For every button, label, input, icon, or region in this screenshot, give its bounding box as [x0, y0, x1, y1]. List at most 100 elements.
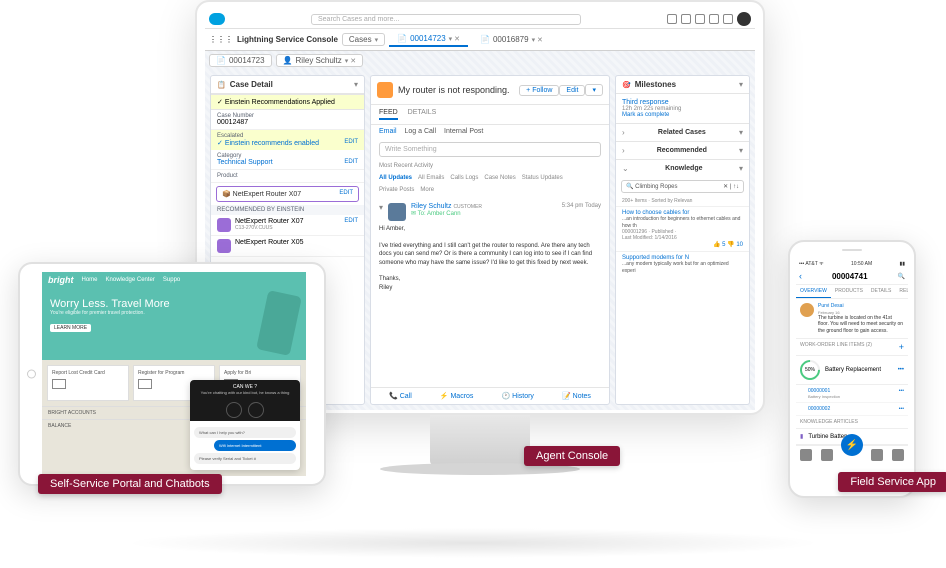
action-card-1[interactable]: Report Lost Credit Card [47, 365, 129, 401]
phone-device: ••• AT&T ᯤ10:50 AM▮▮ ‹00004741🔍 OVERVIEW… [788, 240, 916, 498]
filter-status[interactable]: Status Updates [522, 175, 563, 181]
rec-item-2[interactable]: NetExpert Router X05 [211, 236, 364, 257]
favorites-icon[interactable] [667, 14, 677, 24]
edit-button[interactable]: Edit [559, 85, 585, 96]
workspace-tab-1[interactable]: 📄 00014723 ▾ ✕ [389, 32, 468, 47]
sub-item-1[interactable]: 00000001Battery Inspection••• [796, 385, 908, 403]
post-avatar [388, 203, 406, 221]
chat-option-icon[interactable] [226, 402, 242, 418]
nav-support[interactable]: Suppo [163, 277, 180, 283]
workspace-tab-2[interactable]: 📄 00016879 ▾ ✕ [472, 33, 551, 46]
filter-notes[interactable]: Case Notes [484, 175, 515, 181]
setup-icon[interactable] [709, 14, 719, 24]
feed-tabs: FEED DETAILS [371, 105, 609, 125]
tab-overview[interactable]: OVERVIEW [796, 285, 831, 298]
compose-tab-log[interactable]: Log a Call [405, 128, 437, 135]
product-icon [217, 218, 231, 232]
compose-tab-internal[interactable]: Internal Post [444, 128, 483, 135]
subtab-bar: 📄 00014723 👤 Riley Schultz ▾ ✕ [205, 51, 755, 70]
milestone-icon: 🎯 [622, 81, 631, 89]
sub-item-2[interactable]: 00000002••• [796, 403, 908, 416]
util-call[interactable]: 📞 Call [389, 392, 412, 400]
knowledge-item-1[interactable]: How to choose cables for ...an introduct… [616, 206, 749, 251]
user-avatar[interactable] [737, 12, 751, 26]
nav-home[interactable]: Home [82, 277, 98, 283]
app-nav: ⋮⋮⋮ Lightning Service Console Cases▾ 📄 0… [205, 29, 755, 51]
expand-icon[interactable]: ▾ [379, 203, 383, 212]
collapse-icon[interactable]: ▾ [354, 80, 358, 89]
subtab-case[interactable]: 📄 00014723 [209, 54, 272, 67]
nav-icon[interactable] [892, 449, 904, 461]
workorder-header: WORK-ORDER LINE ITEMS (2)+ [796, 339, 908, 356]
knowledge-section[interactable]: ⌄Knowledge▾ [616, 159, 749, 177]
sort-label[interactable]: Most Recent Activity [371, 161, 609, 171]
search-icon[interactable]: 🔍 [898, 273, 905, 280]
action-fab[interactable]: ⚡ [841, 434, 863, 456]
recommended-section[interactable]: ›Recommended▾ [616, 141, 749, 159]
collapse-icon[interactable]: ▾ [739, 80, 743, 89]
tab-products[interactable]: PRODUCTS [831, 285, 867, 298]
chat-option-icon[interactable] [248, 402, 264, 418]
chatbot-widget: CAN WE ?You're chatting with our kind bo… [190, 380, 300, 470]
tab-details[interactable]: DETAILS [867, 285, 895, 298]
filter-more[interactable]: More [420, 187, 434, 193]
help-icon[interactable] [695, 14, 705, 24]
card-icon [52, 379, 66, 389]
filter-emails[interactable]: All Emails [418, 175, 444, 181]
tab-feed[interactable]: FEED [379, 109, 398, 120]
knowledge-item-2[interactable]: Supported modems for N ...any modem typi… [616, 251, 749, 277]
compose-tab-email[interactable]: Email [379, 128, 397, 135]
item-actions[interactable]: ••• [898, 367, 904, 373]
util-history[interactable]: 🕐 History [501, 392, 533, 400]
app-name: Lightning Service Console [237, 35, 338, 44]
line-item-name: Battery Replacement [825, 367, 881, 373]
case-subject: My router is not responding. [398, 85, 519, 95]
tab-bar: ⚡ [796, 445, 908, 464]
milestone-complete-link[interactable]: Mark as complete [622, 112, 743, 118]
milestone-name: Third response [622, 99, 743, 106]
nav-icon[interactable] [800, 449, 812, 461]
tab-related[interactable]: RELATED [895, 285, 908, 298]
category-edit[interactable]: EDIT [344, 159, 358, 166]
nav-icon[interactable] [821, 449, 833, 461]
util-macros[interactable]: ⚡ Macros [440, 392, 474, 400]
feed-post: ▾ Riley Schultz CUSTOMER ✉ To: Amber Can… [371, 197, 609, 298]
hero-cta-button[interactable]: LEARN MORE [50, 324, 91, 332]
tablet-home-button[interactable] [27, 370, 36, 379]
app-launcher-icon[interactable]: ⋮⋮⋮ [209, 35, 233, 44]
add-line-item[interactable]: + [899, 342, 904, 352]
escalated-edit[interactable]: EDIT [344, 139, 358, 147]
balance-label: BALANCE [48, 423, 71, 429]
hero-title: Worry Less. Travel More [50, 298, 298, 310]
filter-all[interactable]: All Updates [379, 175, 412, 181]
portal-logo[interactable]: bright [48, 275, 74, 285]
post-avatar-icon [800, 303, 814, 317]
nav-icon[interactable] [871, 449, 883, 461]
nav-knowledge[interactable]: Knowledge Center [106, 277, 155, 283]
object-switcher[interactable]: Cases▾ [342, 33, 385, 46]
compose-input[interactable]: Write Something [379, 142, 601, 157]
rec-item-1[interactable]: NetExpert Router X07C13-270V.CUUSEDIT [211, 215, 364, 236]
line-item-1[interactable]: 50% Battery Replacement ••• [796, 356, 908, 385]
post-author[interactable]: Riley Schultz [411, 203, 451, 210]
global-search-input[interactable]: Search Cases and more... [311, 14, 581, 25]
knowledge-search[interactable]: 🔍 Climbing Ropes✕ | ↑↓ [621, 180, 744, 193]
more-actions-button[interactable]: ▾ [585, 84, 603, 96]
product-label: Product [217, 173, 358, 179]
notifications-icon[interactable] [723, 14, 733, 24]
category-value[interactable]: Technical Support [217, 159, 273, 166]
util-notes[interactable]: 📝 Notes [562, 392, 591, 400]
filter-calls[interactable]: Calls Logs [450, 175, 478, 181]
product-selected[interactable]: 📦 NetExpert Router X07EDIT [216, 186, 359, 202]
case-number-value: 00012487 [217, 119, 358, 126]
case-feed-panel: My router is not responding. + Follow Ed… [370, 75, 610, 405]
subtab-contact[interactable]: 👤 Riley Schultz ▾ ✕ [276, 54, 364, 67]
tab-details[interactable]: DETAILS [408, 109, 437, 120]
hero-banner: Worry Less. Travel More You're eligible … [42, 288, 306, 360]
related-cases-section[interactable]: ›Related Cases▾ [616, 123, 749, 141]
filter-private[interactable]: Private Posts [379, 187, 414, 193]
bot-message: Please verify Serial and Ticket # [194, 453, 296, 464]
add-icon[interactable] [681, 14, 691, 24]
milestones-title: Milestones [635, 80, 676, 89]
follow-button[interactable]: + Follow [519, 85, 559, 96]
